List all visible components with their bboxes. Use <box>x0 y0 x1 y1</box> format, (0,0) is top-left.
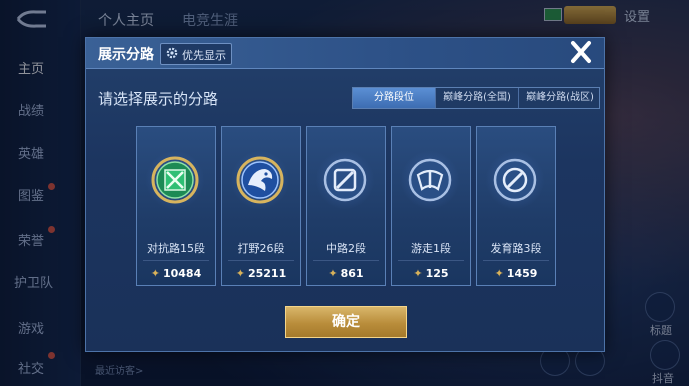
lane-score-value: 125 <box>425 267 449 280</box>
divider <box>228 260 294 261</box>
score-icon: ✦ <box>235 267 245 280</box>
lane-score-value: 861 <box>340 267 364 280</box>
confirm-button[interactable]: 确定 <box>285 306 407 338</box>
lane-name: 对抗路15段 <box>147 242 205 255</box>
divider <box>483 260 549 261</box>
lane-name: 游走1段 <box>411 242 451 255</box>
divider <box>313 260 379 261</box>
dialog-header: 展示分路 优先显示 <box>86 38 604 69</box>
lane-score: ✦ 25211 <box>222 267 300 280</box>
gear-icon <box>166 47 178 59</box>
lane-score-value: 25211 <box>247 267 287 280</box>
tab-lane-rank[interactable]: 分路段位 <box>353 88 436 108</box>
score-icon: ✦ <box>150 267 160 280</box>
lane-score: ✦ 1459 <box>477 267 555 280</box>
tab-peak-national[interactable]: 巅峰分路(全国) <box>436 88 519 108</box>
clash-lane-icon <box>151 156 199 204</box>
priority-display-button[interactable]: 优先显示 <box>160 43 232 65</box>
mid-lane-icon <box>323 158 367 202</box>
lane-name: 中路2段 <box>326 242 366 255</box>
roam-icon <box>408 158 452 202</box>
divider <box>398 260 464 261</box>
lane-card-roam[interactable]: 游走1段 ✦ 125 <box>391 126 471 286</box>
lane-card-mid[interactable]: 中路2段 ✦ 861 <box>306 126 386 286</box>
lane-name: 发育路3段 <box>490 242 542 255</box>
lane-score: ✦ 125 <box>392 267 470 280</box>
priority-display-label: 优先显示 <box>182 49 226 62</box>
close-icon[interactable] <box>564 38 598 68</box>
lane-score-value: 10484 <box>162 267 202 280</box>
jungle-icon <box>236 156 284 204</box>
score-icon: ✦ <box>413 267 423 280</box>
lane-name: 打野26段 <box>237 242 285 255</box>
divider <box>143 260 209 261</box>
lane-score-value: 1459 <box>506 267 538 280</box>
tab-peak-region[interactable]: 巅峰分路(战区) <box>519 88 601 108</box>
score-icon: ✦ <box>328 267 338 280</box>
farm-lane-icon <box>493 158 537 202</box>
lane-card-clash[interactable]: 对抗路15段 ✦ 10484 <box>136 126 216 286</box>
dialog-title: 展示分路 <box>98 47 154 63</box>
lane-card-farm[interactable]: 发育路3段 ✦ 1459 <box>476 126 556 286</box>
lane-card-jungle[interactable]: 打野26段 ✦ 25211 <box>221 126 301 286</box>
lane-score: ✦ 861 <box>307 267 385 280</box>
lane-filter-tabs: 分路段位 巅峰分路(全国) 巅峰分路(战区) <box>352 87 600 109</box>
select-lane-prompt: 请选择展示的分路 <box>98 90 219 108</box>
lane-score: ✦ 10484 <box>137 267 215 280</box>
score-icon: ✦ <box>494 267 504 280</box>
lane-display-dialog: 展示分路 优先显示 请选择展示的分路 分路段位 巅峰分路(全国) 巅峰分路(战区… <box>85 37 605 352</box>
